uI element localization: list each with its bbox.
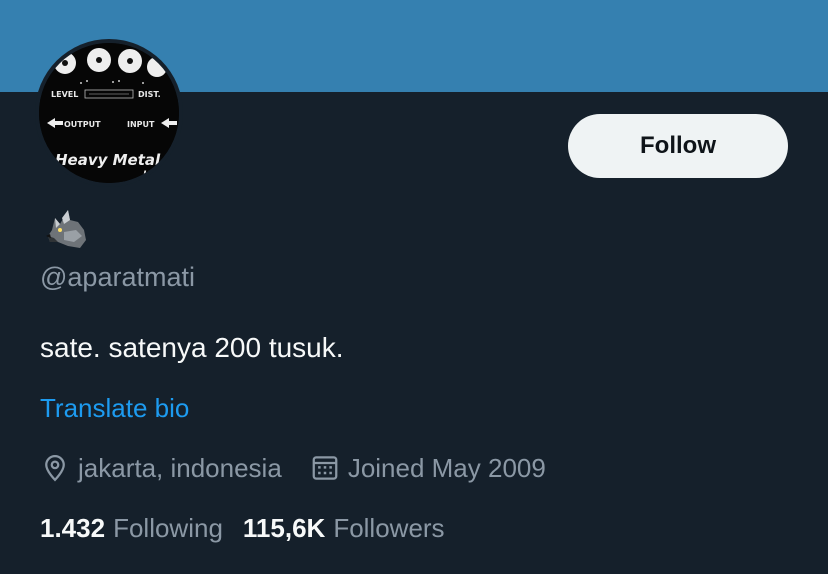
calendar-icon — [312, 456, 338, 480]
profile-bio: sate. satenya 200 tusuk. — [40, 332, 344, 363]
location-text: jakarta, indonesia — [78, 452, 282, 483]
svg-text:HM: HM — [143, 170, 160, 180]
location-item: jakarta, indonesia — [40, 453, 282, 484]
followers-link[interactable]: 115,6K Followers — [243, 513, 445, 544]
following-count: 1.432 — [40, 512, 106, 543]
joined-item: Joined May 2009 — [310, 453, 546, 484]
avatar-frame: LEVEL DIST. OUTPUT INPUT Heavy Metal HM — [35, 39, 183, 187]
followers-label: Followers — [333, 512, 445, 543]
joined-text: Joined May 2009 — [347, 452, 546, 483]
profile-stats: 1.432 Following 115,6K Followers — [40, 510, 445, 546]
location-pin-icon — [45, 454, 65, 482]
followers-count: 115,6K — [242, 512, 326, 543]
svg-text:DIST.: DIST. — [138, 90, 161, 99]
heavy-metal-pedal-avatar: LEVEL DIST. OUTPUT INPUT Heavy Metal HM — [39, 43, 179, 183]
avatar[interactable]: LEVEL DIST. OUTPUT INPUT Heavy Metal HM — [39, 43, 179, 183]
profile-meta: jakarta, indonesia Joined May 2009 — [40, 450, 546, 486]
wolf-emoji-icon — [40, 202, 92, 254]
svg-text:OUTPUT: OUTPUT — [64, 120, 101, 129]
following-link[interactable]: 1.432 Following — [40, 513, 223, 544]
profile-handle: @aparatmati — [40, 262, 195, 292]
following-label: Following — [113, 512, 223, 543]
translate-bio-link[interactable]: Translate bio — [40, 393, 189, 424]
svg-text:Heavy Metal: Heavy Metal — [55, 151, 161, 169]
svg-text:LEVEL: LEVEL — [51, 90, 78, 99]
follow-button[interactable]: Follow — [568, 114, 788, 178]
svg-text:INPUT: INPUT — [127, 120, 155, 129]
